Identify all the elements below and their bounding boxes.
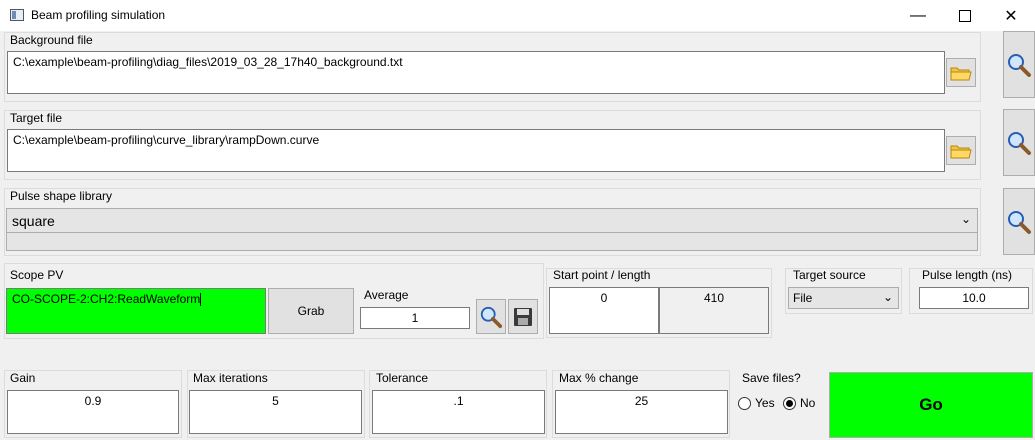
magnifier-icon bbox=[479, 305, 503, 329]
target-source-label: Target source bbox=[793, 268, 866, 282]
save-files-no-label: No bbox=[800, 396, 816, 410]
maximize-icon bbox=[959, 9, 971, 22]
max-change-label: Max % change bbox=[559, 371, 639, 385]
folder-icon bbox=[950, 64, 972, 82]
maximize-button[interactable] bbox=[942, 0, 988, 31]
pulse-library-label: Pulse shape library bbox=[10, 189, 113, 203]
pulse-length-field[interactable]: 10.0 bbox=[919, 287, 1029, 309]
pulse-library-select[interactable]: square ⌄ bbox=[6, 208, 978, 233]
magnifier-icon bbox=[1006, 209, 1032, 235]
radio-unchecked-icon bbox=[738, 396, 751, 410]
magnifier-icon bbox=[1006, 52, 1032, 78]
scope-pv-field[interactable]: CO-SCOPE-2:CH2:ReadWaveform bbox=[6, 288, 266, 334]
scope-pv-label: Scope PV bbox=[10, 268, 64, 282]
save-files-no-radio[interactable]: No bbox=[783, 396, 815, 410]
window-title: Beam profiling simulation bbox=[31, 8, 166, 22]
pulse-library-selected: square bbox=[12, 213, 55, 229]
magnifier-icon bbox=[1006, 130, 1032, 156]
target-file-label: Target file bbox=[10, 111, 63, 125]
chevron-down-icon: ⌄ bbox=[882, 290, 893, 304]
max-iterations-field[interactable]: 5 bbox=[189, 390, 362, 434]
target-file-path-field[interactable]: C:\example\beam-profiling\curve_library\… bbox=[7, 129, 945, 172]
folder-icon bbox=[950, 142, 972, 160]
target-file-browse-button[interactable] bbox=[946, 136, 976, 165]
background-file-path-field[interactable]: C:\example\beam-profiling\diag_files\201… bbox=[7, 51, 945, 94]
tolerance-label: Tolerance bbox=[376, 371, 429, 385]
chevron-down-icon: ⌄ bbox=[960, 212, 971, 226]
minimize-icon: — bbox=[910, 6, 926, 24]
close-button[interactable]: ✕ bbox=[988, 0, 1034, 31]
save-files-label: Save files? bbox=[742, 371, 801, 385]
save-files-yes-radio[interactable]: Yes bbox=[738, 396, 775, 410]
app-icon bbox=[10, 9, 24, 21]
target-source-select[interactable]: File ⌄ bbox=[788, 287, 899, 309]
pulse-library-view-button[interactable] bbox=[1003, 188, 1035, 255]
average-label: Average bbox=[364, 288, 409, 302]
tolerance-field[interactable]: .1 bbox=[372, 390, 545, 434]
background-file-label: Background file bbox=[10, 33, 93, 47]
go-button[interactable]: Go bbox=[829, 372, 1033, 438]
close-icon: ✕ bbox=[1004, 7, 1018, 25]
pulse-library-preview bbox=[6, 233, 978, 251]
target-file-view-button[interactable] bbox=[1003, 109, 1035, 176]
length-field: 410 bbox=[659, 287, 769, 334]
radio-checked-icon bbox=[783, 396, 796, 410]
target-source-selected: File bbox=[793, 291, 813, 305]
save-files-yes-label: Yes bbox=[755, 396, 775, 410]
max-iterations-label: Max iterations bbox=[193, 371, 268, 385]
max-change-field[interactable]: 25 bbox=[555, 390, 728, 434]
grab-button[interactable]: Grab bbox=[268, 288, 354, 334]
start-point-label: Start point / length bbox=[553, 268, 651, 282]
gain-field[interactable]: 0.9 bbox=[7, 390, 179, 434]
background-file-view-button[interactable] bbox=[1003, 31, 1035, 98]
save-disk-icon bbox=[513, 307, 533, 327]
minimize-button[interactable]: — bbox=[895, 0, 941, 31]
gain-label: Gain bbox=[10, 371, 36, 385]
background-file-browse-button[interactable] bbox=[946, 58, 976, 87]
scope-save-button[interactable] bbox=[508, 299, 538, 334]
average-field[interactable]: 1 bbox=[360, 307, 470, 329]
scope-view-button[interactable] bbox=[476, 299, 506, 334]
start-point-field[interactable]: 0 bbox=[549, 287, 659, 334]
pulse-length-label: Pulse length (ns) bbox=[922, 268, 1013, 282]
grab-button-label: Grab bbox=[297, 304, 325, 318]
scope-pv-value: CO-SCOPE-2:CH2:ReadWaveform bbox=[12, 292, 201, 306]
go-button-label: Go bbox=[919, 395, 943, 414]
